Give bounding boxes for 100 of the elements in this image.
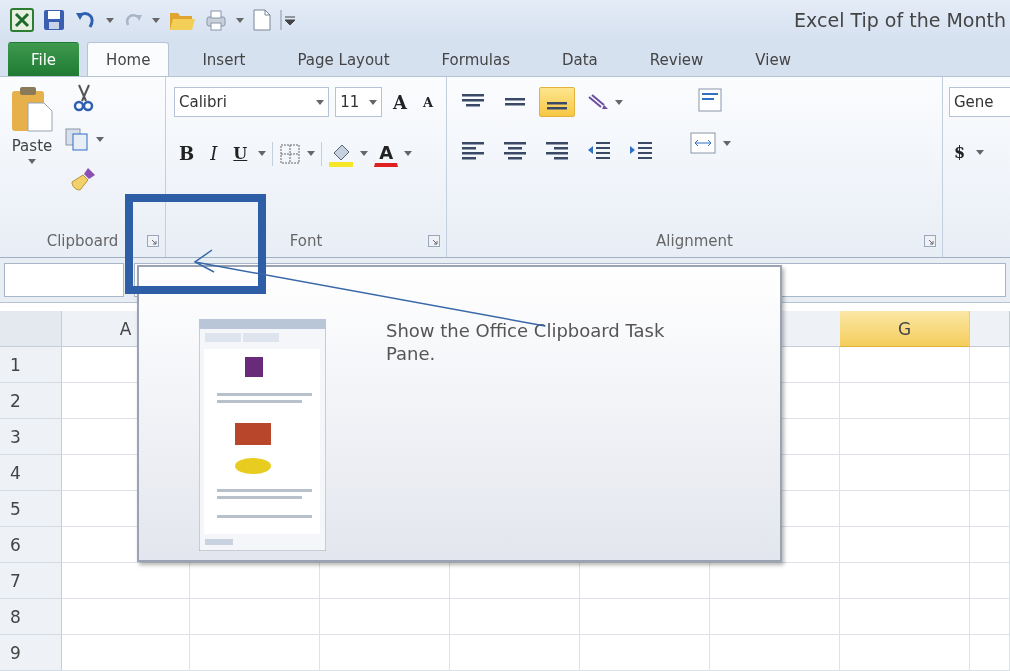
grid-cell[interactable] xyxy=(450,563,580,599)
row-header[interactable]: 2 xyxy=(0,383,62,419)
caret-icon xyxy=(152,17,160,23)
copy-icon[interactable] xyxy=(64,127,90,151)
ribbon-tab[interactable]: Review xyxy=(630,42,723,76)
dialog-launcher-icon[interactable] xyxy=(147,235,159,247)
font-size-field[interactable]: 11 xyxy=(335,87,382,117)
row-header[interactable]: 4 xyxy=(0,455,62,491)
grid-cell[interactable] xyxy=(970,563,1010,599)
file-tab[interactable]: File xyxy=(8,42,80,76)
text-lines-icon xyxy=(547,102,567,110)
group-label: Alignment xyxy=(656,232,733,250)
clipboard-icon xyxy=(10,85,54,133)
select-all-corner[interactable] xyxy=(0,311,62,347)
grid-cell[interactable] xyxy=(710,563,840,599)
font-name-field[interactable]: Calibri xyxy=(174,87,330,117)
row-header[interactable]: 1 xyxy=(0,347,62,383)
ribbon-tab[interactable]: Formulas xyxy=(422,42,529,76)
underline-button[interactable]: U xyxy=(228,140,253,167)
merge-cells-icon[interactable] xyxy=(689,131,717,155)
ribbon-tab[interactable]: Page Layout xyxy=(278,42,409,76)
row-header[interactable]: 9 xyxy=(0,635,62,671)
grid-cell[interactable] xyxy=(710,599,840,635)
dialog-launcher-icon[interactable] xyxy=(428,235,440,247)
ribbon-tab[interactable]: Home xyxy=(87,42,170,76)
row-header[interactable]: 3 xyxy=(0,419,62,455)
grid-cell[interactable] xyxy=(970,527,1010,563)
number-format-field[interactable]: Gene xyxy=(949,87,1010,117)
grid-cell[interactable] xyxy=(190,563,320,599)
caret-icon xyxy=(28,159,36,164)
shrink-font-button[interactable]: A xyxy=(417,90,438,114)
grid-cell[interactable] xyxy=(840,563,970,599)
grid-cell[interactable] xyxy=(190,635,320,671)
column-header[interactable]: G xyxy=(840,311,970,347)
indent-icon xyxy=(628,139,654,161)
bottom-align-button[interactable] xyxy=(539,87,575,117)
caret-icon xyxy=(307,151,316,156)
grid-cell[interactable] xyxy=(62,635,190,671)
row-header[interactable]: 5 xyxy=(0,491,62,527)
ribbon-tab[interactable]: View xyxy=(736,42,810,76)
caret-icon xyxy=(106,17,114,23)
grid-cell[interactable] xyxy=(840,599,970,635)
grow-font-button[interactable]: A xyxy=(387,87,412,117)
grid-cell[interactable] xyxy=(320,599,450,635)
save-icon[interactable] xyxy=(42,8,66,32)
grid-cell[interactable] xyxy=(62,599,190,635)
italic-button[interactable]: I xyxy=(205,139,223,168)
grid-cell[interactable] xyxy=(580,635,710,671)
grid-cell[interactable] xyxy=(840,419,970,455)
caret-icon xyxy=(316,99,325,105)
caret-icon xyxy=(258,151,267,156)
borders-icon[interactable] xyxy=(279,142,302,165)
text-lines-icon xyxy=(502,139,528,161)
paste-button[interactable]: Paste xyxy=(8,83,56,219)
currency-button[interactable]: $ xyxy=(949,139,971,166)
font-color-button[interactable]: A xyxy=(374,140,399,167)
caret-icon xyxy=(723,140,731,146)
text-lines-icon xyxy=(460,139,486,161)
grid-cell[interactable] xyxy=(580,599,710,635)
group-label: Clipboard xyxy=(46,232,119,250)
name-box[interactable] xyxy=(4,263,124,297)
caret-icon xyxy=(360,151,369,156)
grid-cell[interactable] xyxy=(580,563,710,599)
grid-cell[interactable] xyxy=(840,527,970,563)
column-header[interactable] xyxy=(970,311,1010,347)
printer-icon[interactable] xyxy=(204,8,228,32)
ribbon-tab[interactable]: Data xyxy=(543,42,617,76)
grid-cell[interactable] xyxy=(450,599,580,635)
grid-cell[interactable] xyxy=(62,563,190,599)
grid-cell[interactable] xyxy=(840,347,970,383)
scissors-icon[interactable] xyxy=(72,83,96,113)
paintbrush-icon[interactable] xyxy=(70,165,98,193)
grid-cell[interactable] xyxy=(970,347,1010,383)
group-label: Font xyxy=(289,232,323,250)
grid-cell[interactable] xyxy=(840,491,970,527)
new-document-icon[interactable] xyxy=(252,8,272,32)
grid-cell[interactable] xyxy=(710,635,840,671)
grid-cell[interactable] xyxy=(320,563,450,599)
grid-cell[interactable] xyxy=(450,635,580,671)
excel-logo-icon[interactable] xyxy=(10,8,34,32)
grid-cell[interactable] xyxy=(840,383,970,419)
grid-cell[interactable] xyxy=(840,635,970,671)
grid-cell[interactable] xyxy=(970,383,1010,419)
grid-cell[interactable] xyxy=(970,599,1010,635)
grid-cell[interactable] xyxy=(970,635,1010,671)
caret-icon xyxy=(976,150,985,155)
row-header[interactable]: 6 xyxy=(0,527,62,563)
bold-button[interactable]: B xyxy=(174,139,200,168)
row-header[interactable]: 7 xyxy=(0,563,62,599)
customize-toolbar-icon[interactable] xyxy=(280,10,296,30)
row-header[interactable]: 8 xyxy=(0,599,62,635)
grid-cell[interactable] xyxy=(320,635,450,671)
wrap-text-icon[interactable] xyxy=(697,87,723,113)
grid-cell[interactable] xyxy=(970,455,1010,491)
grid-cell[interactable] xyxy=(970,491,1010,527)
ribbon-tab[interactable]: Insert xyxy=(183,42,265,76)
dialog-launcher-icon[interactable] xyxy=(924,235,936,247)
grid-cell[interactable] xyxy=(190,599,320,635)
grid-cell[interactable] xyxy=(840,455,970,491)
grid-cell[interactable] xyxy=(970,419,1010,455)
